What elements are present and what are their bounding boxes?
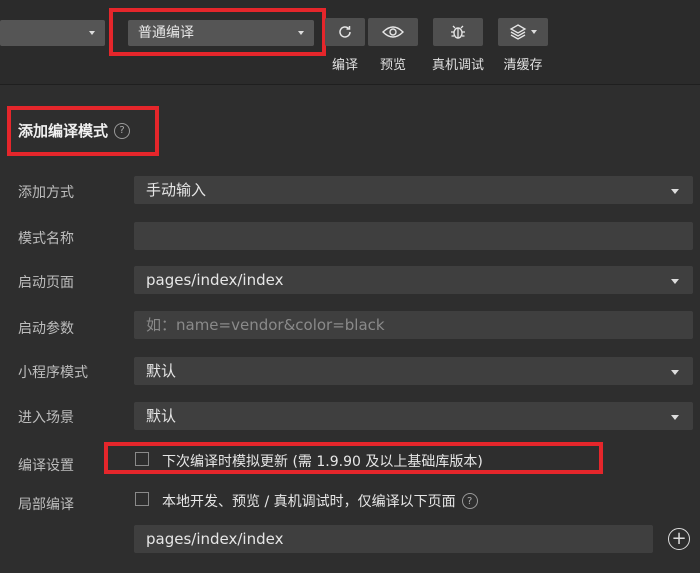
- eye-icon: [382, 26, 404, 38]
- bug-icon: [451, 25, 465, 39]
- help-icon[interactable]: ?: [114, 122, 131, 139]
- start-page-value: pages/index/index: [146, 271, 284, 289]
- chevron-down-icon: [671, 189, 679, 194]
- partial-compile-page-value: pages/index/index: [146, 530, 284, 548]
- section-title: 添加编译模式 ?: [18, 120, 131, 141]
- chevron-down-icon: [671, 415, 679, 420]
- help-icon[interactable]: ?: [461, 493, 478, 509]
- device-debug-label: 真机调试: [431, 58, 484, 73]
- layers-icon: [509, 24, 527, 40]
- add-method-value: 手动输入: [146, 181, 207, 199]
- scene-label: 进入场景: [18, 410, 74, 426]
- start-page-select[interactable]: pages/index/index: [134, 266, 693, 294]
- add-method-label: 添加方式: [18, 185, 74, 201]
- compile-mode-value: 普通编译: [138, 25, 194, 41]
- start-page-label: 启动页面: [18, 275, 74, 291]
- clear-cache-button[interactable]: [498, 18, 548, 46]
- scene-value: 默认: [146, 407, 177, 425]
- start-params-input[interactable]: 如：name=vendor&color=black: [134, 311, 693, 339]
- chevron-down-icon: [671, 370, 679, 375]
- start-params-placeholder: 如：name=vendor&color=black: [146, 316, 385, 334]
- toolbar: 普通编译 编译 预览 真机调试 清缓存: [0, 0, 700, 85]
- partial-compile-label: 局部编译: [18, 497, 74, 513]
- section-title-text: 添加编译模式: [18, 122, 109, 140]
- project-select[interactable]: [0, 20, 105, 46]
- preview-button[interactable]: [368, 18, 418, 46]
- scene-select[interactable]: 默认: [134, 402, 693, 430]
- mode-name-input[interactable]: [134, 222, 693, 250]
- chevron-down-icon: [298, 31, 304, 35]
- mini-mode-value: 默认: [146, 362, 177, 380]
- compile-label: 编译: [331, 58, 358, 73]
- simulate-update-text: 下次编译时模拟更新 (需 1.9.90 及以上基础库版本): [162, 454, 483, 470]
- compile-settings-label: 编译设置: [18, 458, 74, 474]
- chevron-down-icon: [89, 31, 95, 35]
- mini-mode-label: 小程序模式: [18, 365, 88, 381]
- simulate-update-checkbox[interactable]: [135, 452, 149, 466]
- start-params-label: 启动参数: [18, 321, 74, 337]
- refresh-icon: [339, 26, 351, 38]
- clear-cache-label: 清缓存: [503, 58, 543, 73]
- chevron-down-icon: [671, 279, 679, 284]
- compile-button[interactable]: [325, 18, 365, 46]
- add-method-select[interactable]: 手动输入: [134, 176, 693, 204]
- partial-compile-checkbox[interactable]: [135, 492, 149, 506]
- partial-compile-text: 本地开发、预览 / 真机调试时，仅编译以下页面 ?: [162, 491, 478, 511]
- device-debug-button[interactable]: [433, 18, 483, 46]
- mini-mode-select[interactable]: 默认: [134, 357, 693, 385]
- chevron-down-icon: [531, 30, 537, 34]
- add-circle-icon[interactable]: +: [668, 528, 690, 550]
- partial-compile-page-input[interactable]: pages/index/index: [134, 525, 653, 553]
- compile-mode-select[interactable]: 普通编译: [128, 20, 314, 46]
- partial-compile-option: 本地开发、预览 / 真机调试时，仅编译以下页面: [162, 494, 456, 510]
- mode-name-label: 模式名称: [18, 231, 74, 247]
- preview-label: 预览: [379, 58, 406, 73]
